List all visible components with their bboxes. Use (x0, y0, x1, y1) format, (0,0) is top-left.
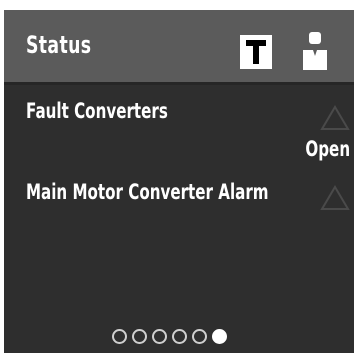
panel-header: Status (4, 10, 354, 85)
page-dot[interactable] (112, 329, 127, 344)
page-dot-active[interactable] (212, 329, 227, 344)
status-panel: Status Fault Converters Open Main Motor … (4, 10, 354, 353)
list-item-label: Main Motor Converter Alarm (26, 180, 269, 204)
text-t-icon[interactable] (240, 35, 272, 69)
list-item-label: Fault Converters (26, 99, 168, 123)
panel-title: Status (26, 31, 92, 59)
page-dot[interactable] (132, 329, 147, 344)
pagination-dots (112, 329, 227, 347)
top-clipped-strip (0, 0, 354, 10)
page-dot[interactable] (152, 329, 167, 344)
page-dot[interactable] (172, 329, 187, 344)
warning-triangle-icon (320, 185, 350, 210)
page-dot[interactable] (192, 329, 207, 344)
user-icon[interactable] (300, 32, 330, 72)
warning-triangle-icon (320, 105, 350, 130)
list-item-value: Open (305, 137, 350, 161)
